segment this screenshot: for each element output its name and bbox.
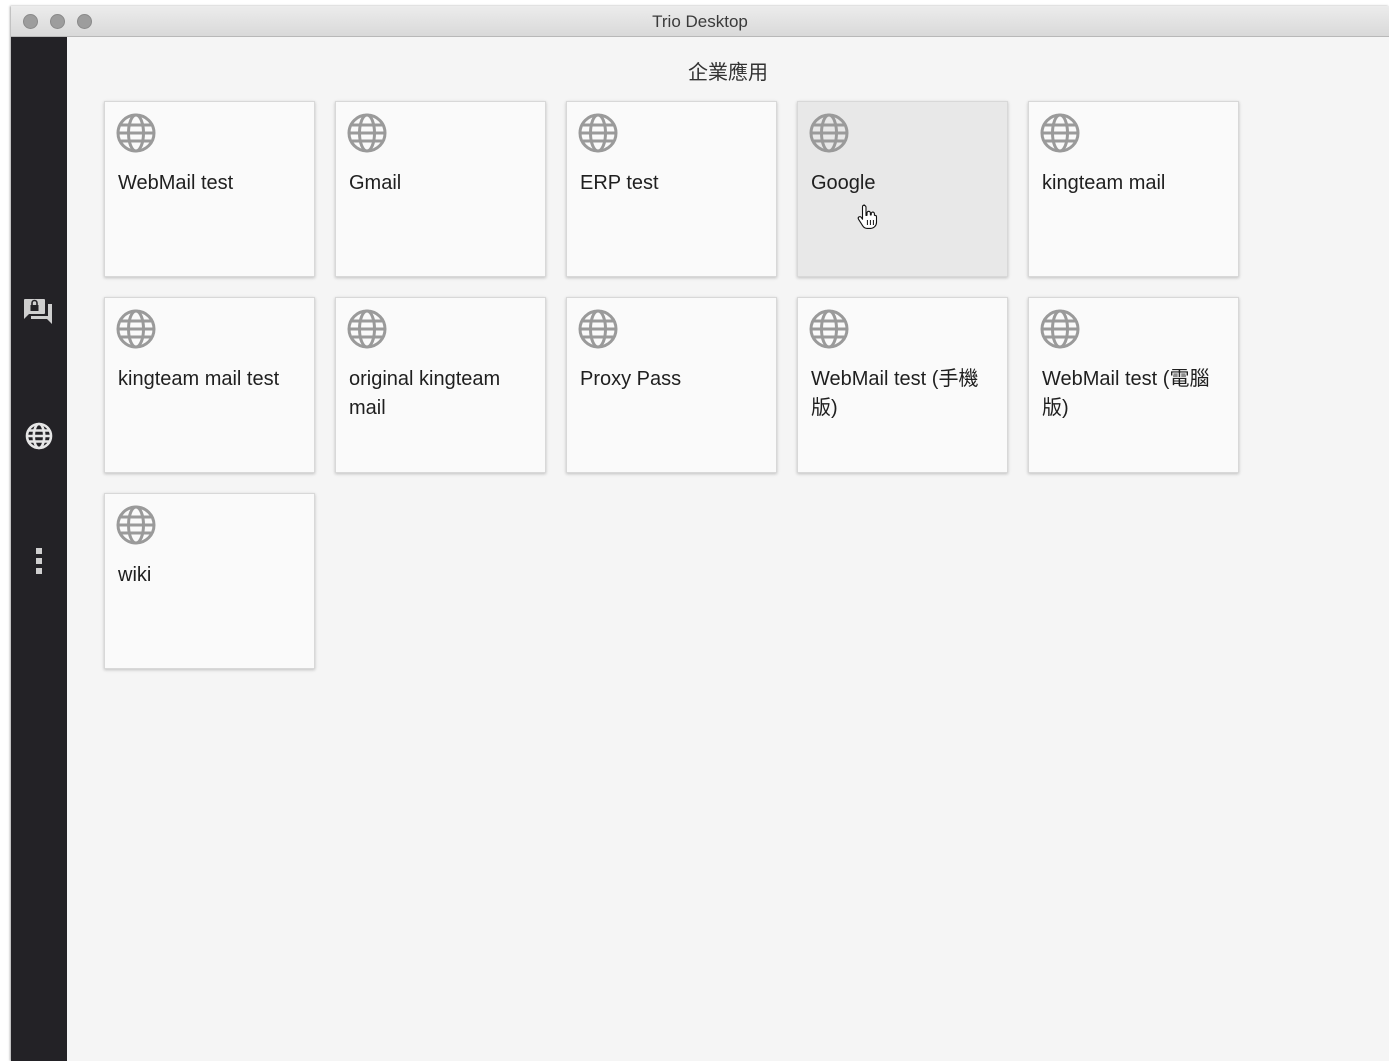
- app-card[interactable]: wiki: [104, 493, 315, 669]
- app-card[interactable]: WebMail test (電腦版): [1028, 297, 1239, 473]
- app-card[interactable]: kingteam mail: [1028, 101, 1239, 277]
- more-vertical-icon: [36, 548, 42, 574]
- globe-icon: [808, 308, 850, 350]
- app-card[interactable]: WebMail test: [104, 101, 315, 277]
- globe-icon: [115, 504, 157, 546]
- app-card-label: Google: [811, 172, 876, 194]
- section-title: 企業應用: [688, 60, 768, 84]
- app-card-label: Gmail: [349, 172, 402, 194]
- globe-icon: [577, 308, 619, 350]
- app-card-label: kingteam mail test: [118, 368, 280, 390]
- globe-icon: [1039, 112, 1081, 154]
- app-card[interactable]: original kingteam mail: [335, 297, 546, 473]
- app-card-label: WebMail test (手機版): [811, 368, 979, 419]
- app-card[interactable]: Gmail: [335, 101, 546, 277]
- window-title: Trio Desktop: [652, 12, 748, 31]
- globe-icon: [115, 112, 157, 154]
- app-card[interactable]: WebMail test (手機版): [797, 297, 1008, 473]
- app-window: Trio Desktop 企業應用 WebMail test Gmail ERP…: [11, 6, 1389, 1061]
- app-card-label: kingteam mail: [1042, 172, 1166, 194]
- app-card[interactable]: ERP test: [566, 101, 777, 277]
- chat-lock-icon: [24, 299, 52, 324]
- globe-icon: [808, 112, 850, 154]
- globe-icon: [346, 308, 388, 350]
- app-card-label: Proxy Pass: [580, 368, 682, 390]
- app-card[interactable]: Proxy Pass: [566, 297, 777, 473]
- globe-icon: [115, 308, 157, 350]
- globe-icon: [346, 112, 388, 154]
- globe-icon: [25, 422, 53, 450]
- app-card-label: WebMail test: [118, 172, 234, 194]
- globe-icon: [1039, 308, 1081, 350]
- app-card-label: WebMail test (電腦版): [1042, 368, 1210, 419]
- app-card-label: original kingteam mail: [349, 368, 501, 419]
- app-card[interactable]: kingteam mail test: [104, 297, 315, 473]
- main-content: 企業應用 WebMail test Gmail ERP test Google king…: [67, 37, 1389, 1061]
- app-card-label: wiki: [118, 564, 152, 586]
- sidebar-item-chat[interactable]: [19, 291, 59, 331]
- app-grid: WebMail test Gmail ERP test Google kingteam …: [104, 101, 1239, 669]
- title-bar[interactable]: Trio Desktop: [11, 6, 1389, 37]
- sidebar: [11, 37, 67, 1061]
- app-card-label: ERP test: [580, 172, 659, 194]
- sidebar-item-apps[interactable]: [19, 416, 59, 456]
- globe-icon: [577, 112, 619, 154]
- sidebar-item-more[interactable]: [19, 541, 59, 581]
- app-card[interactable]: Google: [797, 101, 1008, 277]
